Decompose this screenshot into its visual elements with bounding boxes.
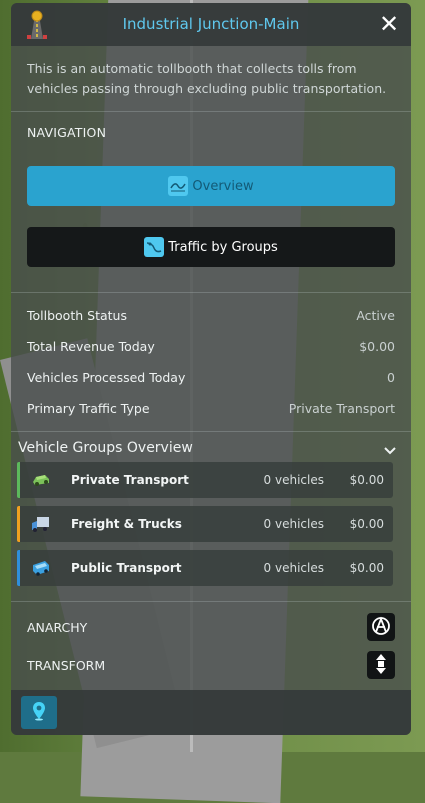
tollbooth-description: This is an automatic tollbooth that coll… <box>27 61 387 96</box>
transform-row: TRANSFORM <box>27 651 395 679</box>
group-revenue: $0.00 <box>349 473 384 487</box>
divider <box>11 111 411 112</box>
group-color-bar <box>17 506 20 542</box>
panel-title: Industrial Junction-Main <box>122 15 300 33</box>
vehicle-group-row[interactable]: Freight & Trucks 0 vehicles $0.00 <box>17 506 393 542</box>
stat-label: Vehicles Processed Today <box>27 369 186 385</box>
stat-value: $0.00 <box>359 338 395 354</box>
divider <box>11 601 411 602</box>
group-revenue: $0.00 <box>349 517 384 531</box>
divider <box>11 431 411 432</box>
tollbooth-info-panel: Industrial Junction-Main ✕ This is an au… <box>11 3 411 735</box>
traffic-by-groups-button[interactable]: Traffic by Groups <box>27 227 395 267</box>
vehicle-group-row[interactable]: Private Transport 0 vehicles $0.00 <box>17 462 393 498</box>
locate-button[interactable] <box>21 696 57 729</box>
chevron-down-icon[interactable] <box>383 443 397 457</box>
overview-button[interactable]: Overview <box>27 166 395 206</box>
stat-label: Total Revenue Today <box>27 338 155 354</box>
transform-button[interactable] <box>367 651 395 679</box>
overview-label: Overview <box>192 178 254 194</box>
stat-label: Primary Traffic Type <box>27 400 150 416</box>
panel-footer <box>11 690 411 735</box>
truck-icon <box>31 515 51 533</box>
vehicle-group-row[interactable]: Public Transport 0 vehicles $0.00 <box>17 550 393 586</box>
panel-header: Industrial Junction-Main ✕ <box>11 3 411 46</box>
stat-value: Private Transport <box>288 400 395 416</box>
traffic-label: Traffic by Groups <box>168 239 278 255</box>
group-name: Private Transport <box>71 473 189 487</box>
group-revenue: $0.00 <box>349 561 384 575</box>
transform-icon <box>373 653 389 678</box>
group-color-bar <box>17 462 20 498</box>
divider <box>11 292 411 293</box>
tollbooth-icon <box>21 9 53 41</box>
anarchy-label: ANARCHY <box>27 619 88 635</box>
group-count: 0 vehicles <box>263 561 324 575</box>
vehicle-groups-title: Vehicle Groups Overview <box>18 440 193 456</box>
stat-row-revenue: Total Revenue Today $0.00 <box>27 336 395 356</box>
stat-row-traffic-type: Primary Traffic Type Private Transport <box>27 398 395 418</box>
bus-icon <box>31 559 51 577</box>
anarchy-row: ANARCHY <box>27 613 395 641</box>
close-button[interactable]: ✕ <box>377 12 401 36</box>
stat-row-vehicles: Vehicles Processed Today 0 <box>27 367 395 387</box>
car-icon <box>31 471 51 489</box>
stat-value: Active <box>356 307 395 323</box>
group-count: 0 vehicles <box>263 473 324 487</box>
group-name: Public Transport <box>71 561 182 575</box>
map-pin-icon <box>31 701 47 725</box>
close-icon: ✕ <box>378 10 400 38</box>
stat-label: Tollbooth Status <box>27 307 127 323</box>
stat-value: 0 <box>387 369 395 385</box>
group-count: 0 vehicles <box>263 517 324 531</box>
stat-row-status: Tollbooth Status Active <box>27 305 395 325</box>
navigation-label: NAVIGATION <box>27 125 107 140</box>
group-name: Freight & Trucks <box>71 517 182 531</box>
anarchy-toggle-button[interactable] <box>367 613 395 641</box>
anarchy-icon <box>371 615 391 639</box>
traffic-icon <box>144 237 165 257</box>
overview-icon <box>168 176 189 196</box>
transform-label: TRANSFORM <box>27 657 106 673</box>
group-color-bar <box>17 550 20 586</box>
